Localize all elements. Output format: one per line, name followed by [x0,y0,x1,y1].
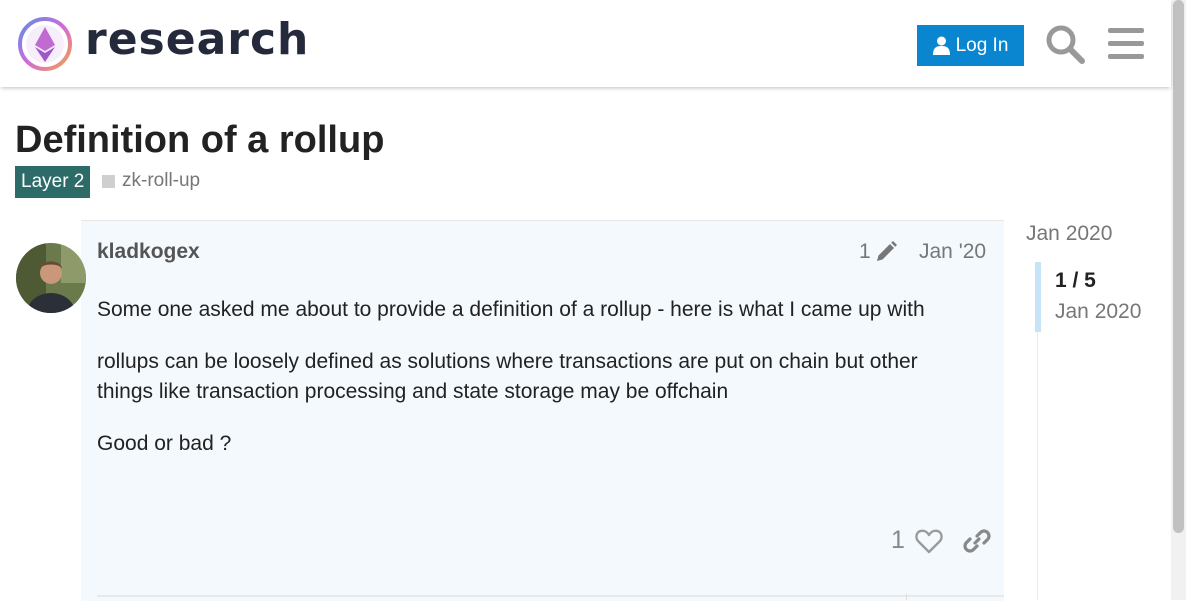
timeline-current-date: Jan 2020 [1055,300,1142,323]
post-username[interactable]: kladkogex [97,240,200,264]
tag-label: zk-roll-up [122,170,201,191]
post-paragraph: Some one asked me about to provide a def… [97,298,925,321]
search-icon[interactable] [1045,24,1085,64]
logo-icon[interactable] [17,16,73,72]
post-date[interactable]: Jan '20 [919,240,986,264]
post-divider-mark [906,594,907,600]
edit-history-button[interactable]: 1 [859,240,897,264]
user-icon [932,36,950,55]
post-body: Some one asked me about to provide a def… [97,295,977,481]
edit-count: 1 [859,240,871,263]
tag-square-icon [102,174,115,188]
category-badge[interactable]: Layer 2 [15,166,91,198]
timeline-progress: 1 / 5 [1055,269,1096,292]
menu-icon[interactable] [1106,24,1146,64]
scrollbar-thumb[interactable] [1173,0,1184,533]
post-paragraph: Good or bad ? [97,432,232,455]
like-count[interactable]: 1 [891,526,905,555]
post-paragraph: rollups can be loosely defined as soluti… [97,350,918,403]
login-button[interactable]: Log In [917,25,1024,66]
login-label: Log In [955,34,1009,56]
timeline-handle[interactable] [1035,262,1041,332]
topic-title[interactable]: Definition of a rollup [15,119,384,162]
topic-tag[interactable]: zk-roll-up [102,170,200,192]
avatar[interactable] [16,243,86,313]
link-icon[interactable] [963,527,991,555]
heart-icon[interactable] [915,527,943,555]
post-divider [97,595,1004,597]
site-logo-text[interactable]: research [85,14,309,65]
pencil-icon [876,241,897,261]
site-header: research Log In [0,0,1171,87]
timeline-start-date[interactable]: Jan 2020 [1026,222,1112,246]
